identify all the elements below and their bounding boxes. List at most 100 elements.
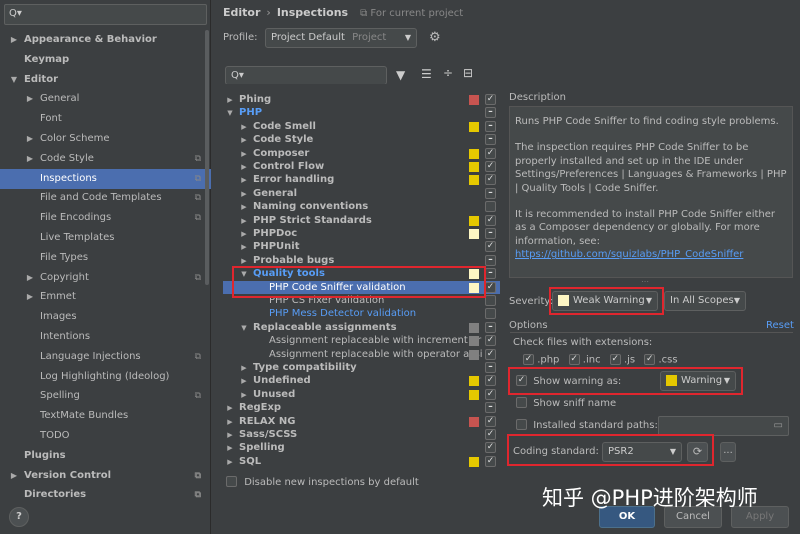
inspection-search-input[interactable]: Q▾ (225, 66, 387, 85)
tree-row[interactable]: ▶ General – (223, 187, 500, 200)
enable-checkbox[interactable]: ✓ (485, 214, 496, 226)
sidebar-item[interactable]: ▶ Emmet (0, 287, 211, 307)
chevron-right-icon[interactable]: ▶ (24, 287, 36, 307)
tree-row[interactable]: ▶ Undefined ✓ (223, 374, 500, 387)
sidebar-item[interactable]: ▶ Version Control ⧉ (0, 466, 211, 486)
ellipsis-button[interactable]: ... (720, 442, 736, 462)
codesniffer-link[interactable]: https://github.com/squizlabs/PHP_CodeSni… (515, 249, 743, 260)
disable-new-checkbox[interactable] (226, 476, 237, 487)
tree-row[interactable]: ▶ Probable bugs – (223, 254, 500, 267)
enable-checkbox[interactable]: ✓ (485, 455, 496, 467)
tree-row[interactable]: ▶ Code Smell – (223, 120, 500, 133)
sidebar-item[interactable]: TextMate Bundles (0, 406, 211, 426)
chevron-right-icon[interactable]: ▶ (225, 456, 235, 469)
sidebar-item[interactable]: ▶ Color Scheme (0, 129, 211, 149)
tree-row[interactable]: ▶ Unused ✓ (223, 388, 500, 401)
sidebar-item[interactable]: Inspections ⧉ (0, 168, 211, 189)
chevron-right-icon[interactable]: ▶ (239, 228, 249, 241)
js-checkbox[interactable]: ✓ (609, 354, 621, 365)
chevron-down-icon[interactable]: ▼ (225, 107, 235, 120)
chevron-right-icon[interactable]: ▶ (225, 94, 235, 107)
enable-checkbox[interactable]: ✓ (485, 241, 496, 253)
sidebar-item[interactable]: File Types (0, 248, 211, 268)
chevron-right-icon[interactable]: ▶ (225, 402, 235, 415)
tree-row[interactable]: Assignment replaceable with increment or… (223, 334, 500, 347)
chevron-down-icon[interactable]: ▼ (8, 70, 20, 90)
sidebar-item[interactable]: Font (0, 109, 211, 129)
tree-row[interactable]: ▶ Sass/SCSS ✓ (223, 428, 500, 441)
enable-checkbox[interactable]: – (485, 362, 496, 373)
profile-select[interactable]: Project Default Project ▼ (265, 28, 417, 48)
show-sniff-checkbox[interactable] (516, 397, 527, 408)
installed-paths-checkbox[interactable] (516, 419, 527, 430)
disable-new-row[interactable]: Disable new inspections by default (226, 476, 419, 488)
chevron-right-icon[interactable]: ▶ (239, 174, 249, 187)
filter-icon[interactable]: ▼ (396, 68, 405, 82)
sidebar-item[interactable]: ▶ Code Style ⧉ (0, 149, 211, 169)
scope-select[interactable]: In All Scopes ▼ (664, 291, 746, 311)
help-button[interactable]: ? (9, 507, 29, 527)
sidebar-item[interactable]: Spelling ⧉ (0, 386, 211, 406)
tree-row[interactable]: ▶ RELAX NG ✓ (223, 415, 500, 428)
sidebar-item[interactable]: Log Highlighting (Ideolog) (0, 367, 211, 387)
enable-checkbox[interactable]: ✓ (485, 161, 496, 172)
tree-row[interactable]: ▶ PHPUnit ✓ (223, 240, 500, 253)
gear-icon[interactable]: ⚙ (429, 30, 441, 45)
sidebar-item[interactable]: ▼ Editor (0, 70, 211, 90)
tree-row[interactable]: ▶ Code Style – (223, 133, 500, 146)
chevron-right-icon[interactable]: ▶ (225, 429, 235, 442)
tree-row[interactable]: ▶ Spelling ✓ (223, 441, 500, 454)
sidebar-item[interactable]: Images (0, 307, 211, 327)
enable-checkbox[interactable] (485, 201, 496, 213)
tree-row[interactable]: ▶ SQL ✓ (223, 455, 500, 468)
sidebar-item[interactable]: Keymap (0, 50, 211, 70)
installed-paths-row[interactable]: Installed standard paths: (516, 419, 658, 431)
enable-checkbox[interactable]: – (485, 228, 496, 239)
enable-checkbox[interactable]: ✓ (485, 147, 496, 159)
chevron-right-icon[interactable]: ▶ (8, 466, 20, 486)
enable-checkbox[interactable]: ✓ (485, 94, 496, 105)
tree-row[interactable]: ▶ Type compatibility – (223, 361, 500, 374)
sidebar-item[interactable]: Directories ⧉ (0, 485, 211, 505)
tree-row[interactable]: ▼ PHP – (223, 106, 500, 119)
tree-row[interactable]: PHP Code Sniffer validation ✓ (223, 280, 500, 294)
splitter-grip[interactable]: ⋯ (641, 277, 649, 286)
tree-row[interactable]: ▶ Error handling ✓ (223, 173, 500, 186)
sidebar-item[interactable]: ▶ General (0, 89, 211, 109)
sidebar-item[interactable]: File Encodings ⧉ (0, 208, 211, 228)
tree-row[interactable]: ▶ Phing ✓ (223, 93, 500, 106)
sidebar-item[interactable]: ▶ Copyright ⧉ (0, 268, 211, 288)
chevron-right-icon[interactable]: ▶ (24, 89, 36, 109)
installed-paths-field[interactable]: ▭ (658, 416, 789, 436)
enable-checkbox[interactable]: ✓ (485, 388, 496, 400)
chevron-right-icon[interactable]: ▶ (239, 134, 249, 147)
tree-row[interactable]: ▶ PHP Strict Standards ✓ (223, 214, 500, 227)
sidebar-scrollbar[interactable] (205, 30, 209, 285)
enable-checkbox[interactable] (485, 308, 496, 320)
enable-checkbox[interactable]: – (485, 402, 496, 414)
sidebar-item[interactable]: ▶ Appearance & Behavior (0, 30, 211, 50)
chevron-right-icon[interactable]: ▶ (239, 201, 249, 214)
tree-row[interactable]: ▶ Naming conventions (223, 200, 500, 213)
tree-row[interactable]: PHP Mess Detector validation (223, 307, 500, 320)
chevron-right-icon[interactable]: ▶ (239, 148, 249, 161)
chevron-right-icon[interactable]: ▶ (239, 215, 249, 228)
sidebar-item[interactable]: Intentions (0, 327, 211, 347)
expand-all-icon[interactable]: ☰ (421, 67, 432, 81)
enable-checkbox[interactable]: ✓ (485, 335, 496, 347)
chevron-right-icon[interactable]: ▶ (239, 255, 249, 268)
chevron-right-icon[interactable]: ▶ (24, 268, 36, 288)
chevron-down-icon[interactable]: ▼ (239, 322, 249, 335)
enable-checkbox[interactable]: ✓ (485, 415, 496, 427)
sidebar-item[interactable]: File and Code Templates ⧉ (0, 188, 211, 208)
chevron-right-icon[interactable]: ▶ (239, 161, 249, 174)
enable-checkbox[interactable]: – (485, 254, 496, 266)
enable-checkbox[interactable]: – (485, 120, 496, 132)
chevron-right-icon[interactable]: ▶ (239, 375, 249, 388)
enable-checkbox[interactable]: ✓ (485, 281, 496, 293)
chevron-right-icon[interactable]: ▶ (239, 389, 249, 402)
sidebar-item[interactable]: Live Templates (0, 228, 211, 248)
reset-link[interactable]: Reset (766, 320, 794, 331)
chevron-right-icon[interactable]: ▶ (24, 149, 36, 169)
chevron-right-icon[interactable]: ▶ (239, 362, 249, 375)
